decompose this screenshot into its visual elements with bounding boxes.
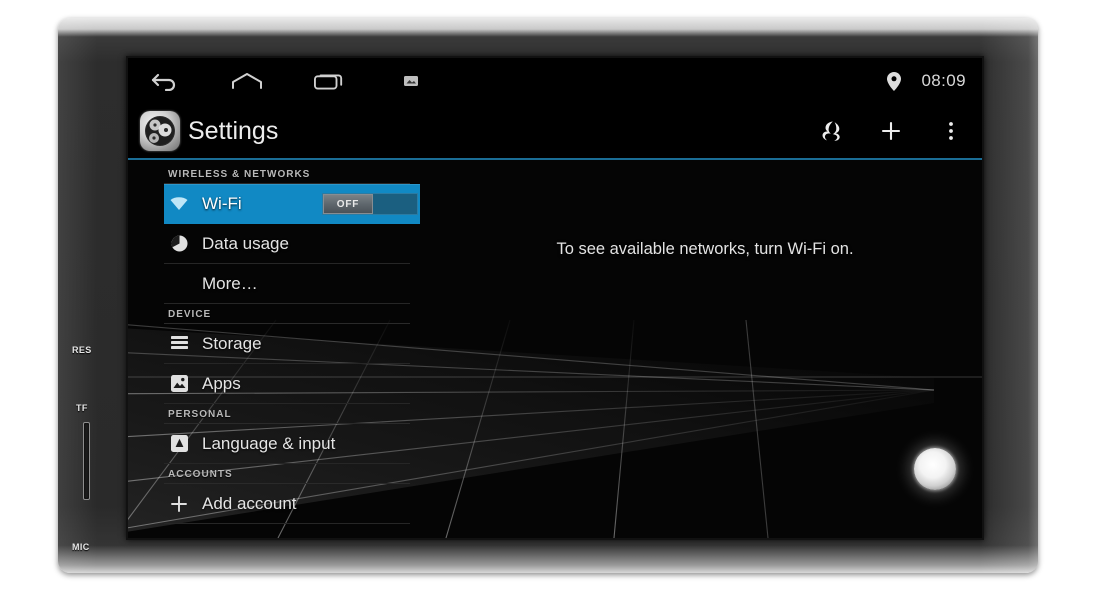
home-icon[interactable] <box>232 68 262 94</box>
settings-row-apps[interactable]: Apps <box>164 364 410 404</box>
wifi-detail-pane: To see available networks, turn Wi-Fi on… <box>428 160 982 538</box>
wifi-toggle-switch[interactable]: OFF <box>322 193 418 215</box>
section-header-accounts: ACCOUNTS <box>164 464 410 484</box>
recents-icon[interactable] <box>314 68 344 94</box>
empty-state-message: To see available networks, turn Wi-Fi on… <box>556 240 854 258</box>
settings-row-data-usage[interactable]: Data usage <box>164 224 410 264</box>
apps-icon <box>168 373 190 395</box>
back-icon[interactable] <box>150 68 180 94</box>
settings-row-label-data-usage: Data usage <box>202 233 289 253</box>
language-input-icon <box>168 433 190 455</box>
settings-gear-icon[interactable] <box>140 111 180 151</box>
settings-row-label-add-account: Add account <box>202 493 297 513</box>
settings-content: WIRELESS & NETWORKS Wi-Fi OFF Data usage… <box>128 160 982 538</box>
car-head-unit-device: RES TF MIC 08:09 Settings WIRELESS & NET… <box>58 18 1038 573</box>
bezel-label-res: RES <box>72 345 92 355</box>
data-usage-icon <box>168 233 190 255</box>
section-header-device: DEVICE <box>164 304 410 324</box>
settings-row-storage[interactable]: Storage <box>164 324 410 364</box>
action-bar-buttons <box>818 118 964 144</box>
settings-row-more[interactable]: More… <box>164 264 410 304</box>
settings-list[interactable]: WIRELESS & NETWORKS Wi-Fi OFF Data usage… <box>128 160 428 538</box>
plus-icon[interactable] <box>878 118 904 144</box>
section-header-personal: PERSONAL <box>164 404 410 424</box>
device-screen[interactable]: 08:09 Settings WIRELESS & NETWORKS Wi-Fi… <box>128 58 982 538</box>
status-bar-right: 08:09 <box>879 68 966 94</box>
section-header-wireless: WIRELESS & NETWORKS <box>164 164 410 184</box>
status-bar-clock: 08:09 <box>921 71 966 90</box>
location-pin-icon <box>879 68 909 94</box>
settings-row-label-storage: Storage <box>202 333 262 353</box>
plus-icon <box>168 493 190 515</box>
wifi-toggle-thumb: OFF <box>323 194 373 214</box>
settings-row-label-wifi: Wi-Fi <box>202 194 242 213</box>
no-icon-placeholder <box>168 273 190 295</box>
tf-card-slot[interactable] <box>83 422 90 500</box>
storage-icon <box>168 333 190 355</box>
settings-row-wifi[interactable]: Wi-Fi OFF <box>164 184 420 224</box>
wifi-icon <box>168 193 190 215</box>
overflow-menu-icon[interactable] <box>938 118 964 144</box>
settings-action-bar: Settings <box>128 104 982 160</box>
settings-row-label-language-input: Language & input <box>202 433 336 453</box>
android-status-bar: 08:09 <box>128 58 982 104</box>
settings-row-language-input[interactable]: Language & input <box>164 424 410 464</box>
wifi-toggle-state-label: OFF <box>336 198 360 210</box>
settings-row-label-apps: Apps <box>202 373 241 393</box>
page-title: Settings <box>188 116 279 145</box>
bezel-label-tf: TF <box>76 403 88 413</box>
settings-row-label-more: More… <box>202 273 258 293</box>
bezel-label-mic: MIC <box>72 542 90 552</box>
sync-icon[interactable] <box>818 118 844 144</box>
screenshot-icon[interactable] <box>396 68 426 94</box>
settings-row-add-account[interactable]: Add account <box>164 484 410 524</box>
navigation-bar <box>150 68 426 94</box>
